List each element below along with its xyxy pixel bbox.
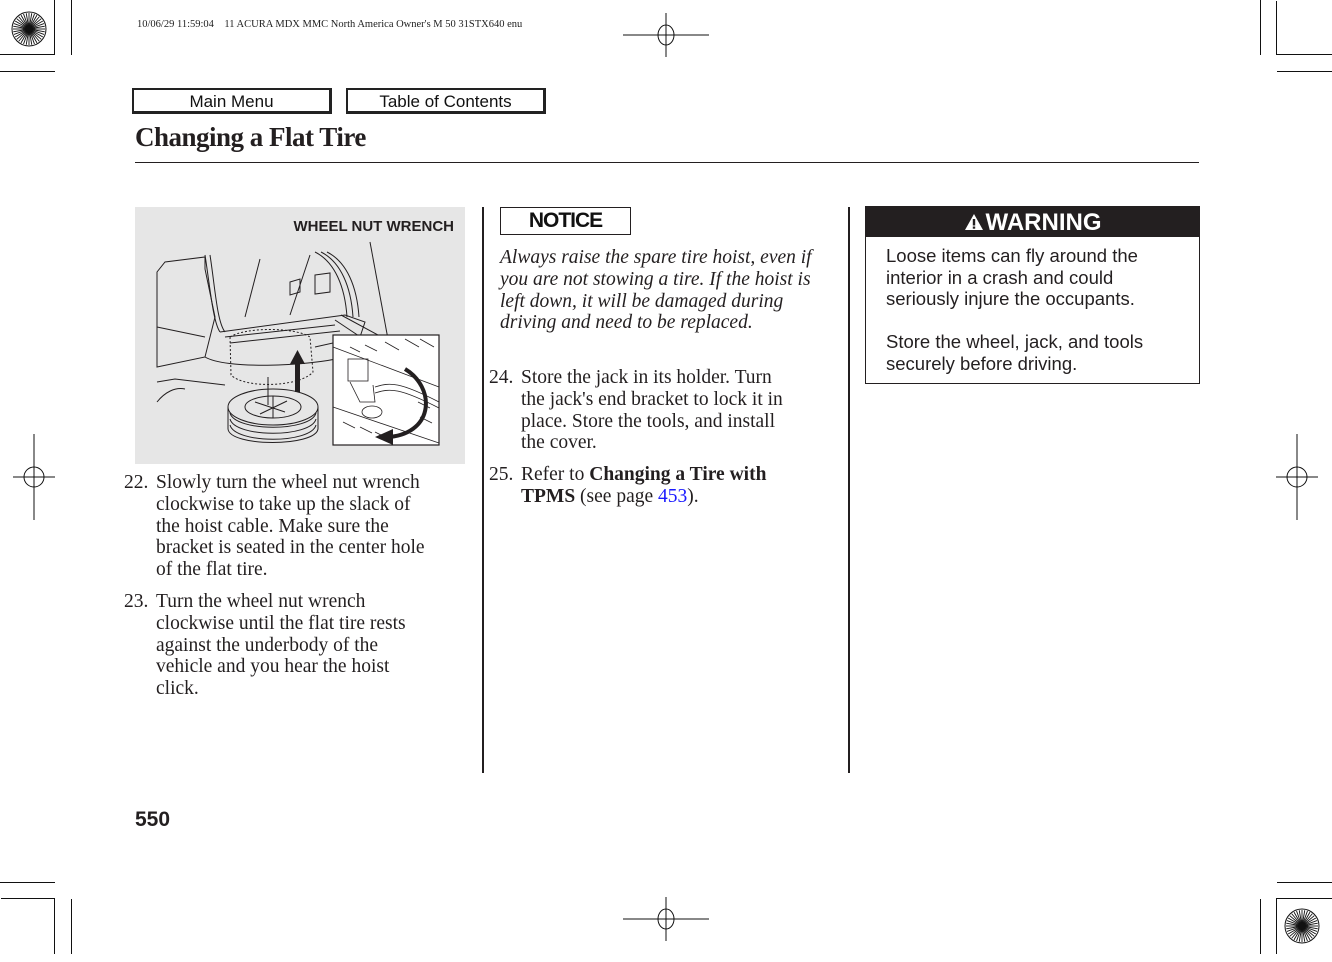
step-25: 25. Refer to Changing a Tire with TPMS (…: [489, 464, 839, 510]
warning-text: Loose items can fly around the interior …: [886, 245, 1144, 374]
page-title: Changing a Flat Tire: [135, 122, 366, 152]
step-23: 23. Turn the wheel nut wrench clockwise …: [124, 591, 474, 701]
title-divider: [135, 162, 1199, 163]
crop-mark: [71, 0, 72, 55]
registration-crosshair-icon: [13, 434, 55, 520]
crop-mark: [1277, 71, 1332, 72]
spare-tire-hoist-illustration: WHEEL NUT WRENCH: [135, 207, 465, 464]
column-divider: [848, 207, 850, 773]
step-text: Turn the wheel nut wrench clockwise unti…: [156, 591, 406, 700]
cross-reference-title: Changing a Tire with: [589, 464, 767, 485]
registration-crosshair-icon: [623, 897, 709, 941]
main-menu-button[interactable]: Main Menu: [132, 88, 332, 114]
raise-arrow-icon: [290, 350, 305, 392]
crop-mark: [1276, 54, 1332, 55]
vehicle-rear-diagram: [156, 241, 440, 446]
vehicle-body: [156, 256, 216, 368]
column-divider: [482, 207, 484, 773]
step-number: 22.: [124, 472, 149, 493]
page-453-link[interactable]: 453: [658, 486, 687, 507]
notice-label: NOTICE: [500, 207, 631, 235]
crop-mark: [1260, 0, 1261, 55]
crop-mark: [71, 899, 72, 954]
step-number: 24.: [489, 367, 514, 388]
crop-mark: [1, 898, 55, 899]
crop-mark: [1276, 898, 1277, 954]
crop-mark: [0, 54, 55, 55]
step-text: Refer to Changing a Tire with TPMS (see …: [521, 464, 767, 507]
warning-triangle-icon: [964, 214, 983, 230]
step-number: 23.: [124, 591, 149, 612]
print-header: 10/06/29 11:59:04 11 ACURA MDX MMC North…: [137, 19, 523, 30]
figure-callout-wheel-nut-wrench: WHEEL NUT WRENCH: [293, 218, 454, 235]
crop-mark: [1276, 898, 1332, 899]
registration-crosshair-icon: [623, 13, 709, 57]
crop-mark: [54, 898, 55, 954]
cross-reference-title: TPMS: [521, 485, 576, 507]
step-number: 25.: [489, 464, 514, 485]
warning-header: WARNING: [866, 207, 1199, 237]
step-text: Slowly turn the wheel nut wrench clockwi…: [156, 472, 425, 581]
warning-box: WARNING Loose items can fly around the i…: [865, 206, 1200, 384]
registration-starburst-icon: [1284, 908, 1320, 944]
step-text: Store the jack in its holder. Turn the j…: [521, 367, 783, 454]
step-24: 24. Store the jack in its holder. Turn t…: [489, 367, 839, 457]
notice-text: Always raise the spare tire hoist, even …: [500, 247, 812, 334]
registration-starburst-icon: [11, 11, 47, 47]
crop-mark: [1277, 882, 1332, 883]
page-number: 550: [135, 808, 171, 831]
warning-label: WARNING: [985, 209, 1102, 236]
step-22: 22. Slowly turn the wheel nut wrench clo…: [124, 472, 474, 582]
crop-mark: [1276, 1, 1277, 55]
crop-mark: [0, 882, 55, 883]
registration-crosshair-icon: [1276, 434, 1318, 520]
wrench-inset-detail: [332, 334, 440, 446]
crop-mark: [54, 0, 55, 55]
crop-mark: [0, 71, 55, 72]
table-of-contents-button[interactable]: Table of Contents: [346, 88, 546, 114]
crop-mark: [1260, 899, 1261, 954]
